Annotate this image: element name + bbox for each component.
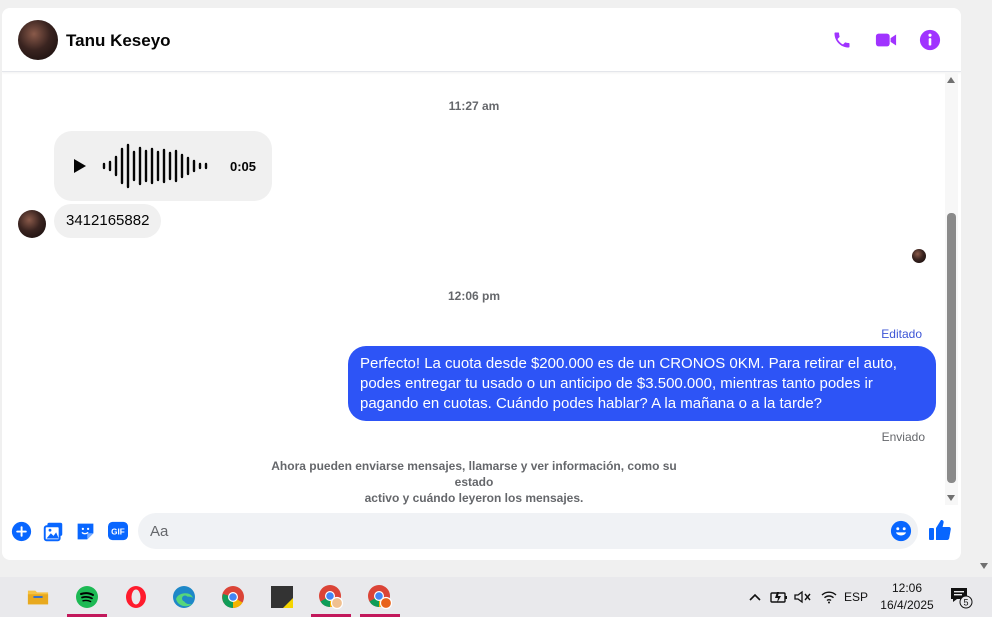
gif-label: GIF: [111, 528, 125, 537]
chrome-icon[interactable]: [213, 577, 253, 617]
chat-header: Tanu Keseyo: [2, 8, 961, 72]
contact-avatar[interactable]: [18, 20, 58, 60]
incoming-message[interactable]: 3412165882: [54, 204, 162, 238]
sticker-icon[interactable]: [74, 520, 96, 542]
timestamp: 12:06 pm: [447, 289, 501, 303]
audio-message: 0:05: [54, 131, 272, 201]
clock-time: 12:06: [891, 581, 923, 595]
message-input[interactable]: [150, 513, 870, 549]
scroll-up-arrow[interactable]: [947, 77, 955, 83]
sender-avatar[interactable]: [18, 210, 46, 238]
system-note-line: Ahora pueden enviarse mensajes, llamarse…: [271, 459, 677, 489]
taskbar: ESP 12:06 16/4/2025 5: [0, 577, 992, 617]
message-scrollbar[interactable]: [945, 73, 958, 505]
chevron-up-icon[interactable]: [746, 577, 764, 617]
chrome-profile-icon[interactable]: [311, 577, 351, 617]
emoji-icon[interactable]: [890, 520, 912, 542]
seen-avatar: [912, 249, 926, 263]
chrome-profile-icon[interactable]: [360, 577, 400, 617]
clock[interactable]: 12:06 16/4/2025: [868, 580, 946, 614]
contact-name[interactable]: Tanu Keseyo: [66, 31, 171, 51]
image-icon[interactable]: [42, 520, 64, 542]
language-indicator[interactable]: ESP: [842, 577, 870, 617]
system-note-line: activo y cuándo leyeron los mensajes.: [364, 491, 584, 505]
clock-date: 16/4/2025: [880, 598, 934, 612]
plus-icon[interactable]: [10, 520, 32, 542]
scroll-thumb[interactable]: [947, 213, 956, 483]
edited-label[interactable]: Editado: [881, 327, 922, 341]
sent-status: Enviado: [881, 430, 925, 444]
opera-icon[interactable]: [116, 577, 156, 617]
file-explorer-icon[interactable]: [18, 577, 58, 617]
timestamp: 11:27 am: [448, 99, 500, 113]
message-list: 11:27 am 0:05 3412165882 12:06 pm Editad…: [2, 73, 961, 505]
notification-count: 5: [963, 598, 968, 608]
play-icon[interactable]: [72, 157, 88, 175]
phone-icon[interactable]: [830, 28, 854, 52]
wifi-icon[interactable]: [818, 577, 840, 617]
info-icon[interactable]: [918, 28, 942, 52]
system-note: Ahora pueden enviarse mensajes, llamarse…: [252, 458, 696, 506]
scroll-down-arrow[interactable]: [947, 495, 955, 501]
notification-icon[interactable]: 5: [946, 577, 976, 617]
speaker-muted-icon[interactable]: [792, 577, 814, 617]
battery-icon[interactable]: [768, 577, 790, 617]
chat-window: Tanu Keseyo 11:27 am 0:05 3412165882 12:…: [2, 8, 961, 560]
like-icon[interactable]: [927, 517, 953, 543]
spotify-icon[interactable]: [67, 577, 107, 617]
page-scroll-down-arrow[interactable]: [980, 563, 988, 569]
gif-icon[interactable]: GIF: [106, 520, 130, 542]
sticky-notes-icon[interactable]: [262, 577, 302, 617]
message-input-box[interactable]: [138, 513, 918, 549]
audio-duration: 0:05: [230, 159, 257, 174]
composer: GIF: [2, 508, 961, 560]
video-icon[interactable]: [874, 28, 898, 52]
edge-icon[interactable]: [164, 577, 204, 617]
outgoing-message[interactable]: Perfecto! La cuota desde $200.000 es de …: [348, 346, 936, 421]
